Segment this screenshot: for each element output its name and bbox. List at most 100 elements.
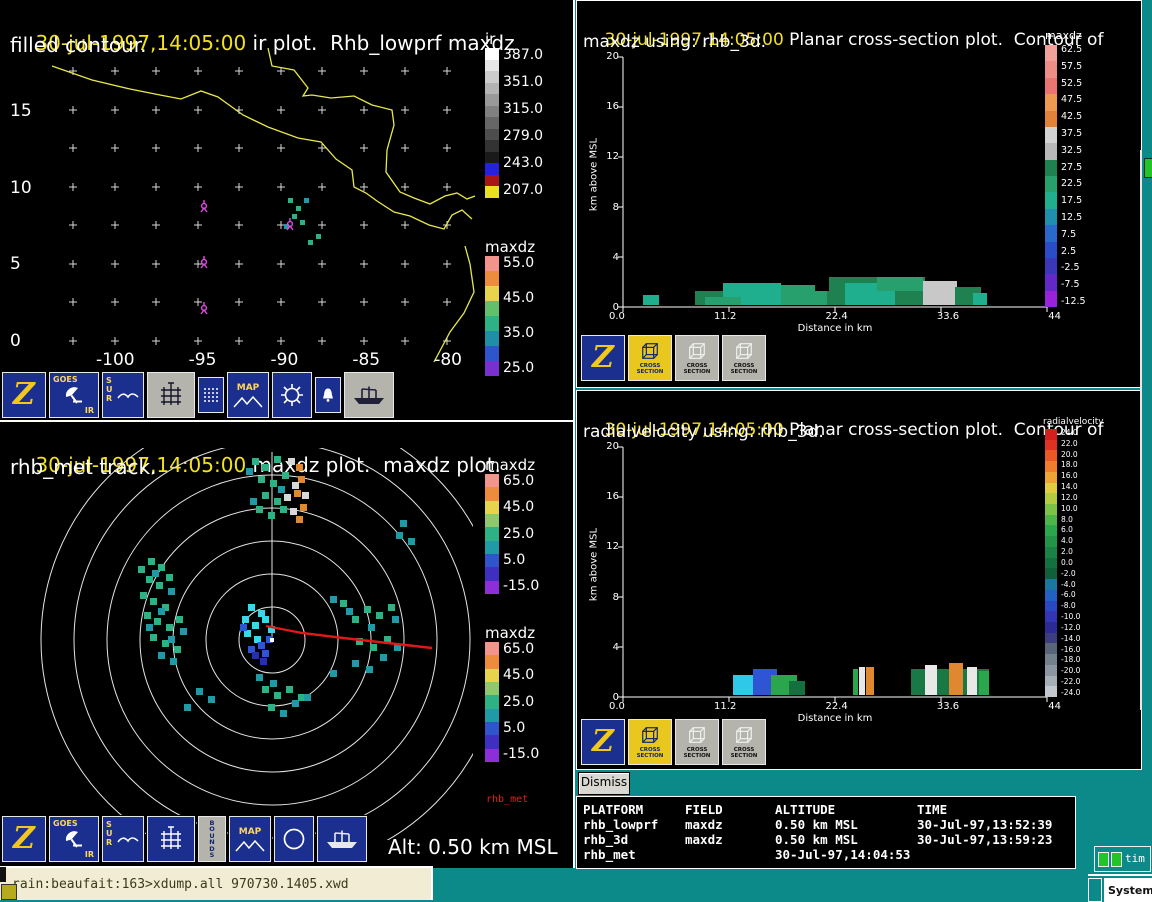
system-menu[interactable]: System bbox=[1104, 878, 1152, 902]
xs2-colorbar-label: radialvelocity bbox=[1043, 417, 1104, 427]
colorbar-segment bbox=[485, 256, 499, 271]
tick-label: -15.0 bbox=[503, 747, 539, 762]
radar-colorbar1-label: maxdz bbox=[485, 456, 535, 474]
table-cell: 30-Jul-97,14:04:53 bbox=[775, 847, 917, 862]
offscreen-window-edge[interactable] bbox=[1140, 150, 1152, 710]
colorbar-segment bbox=[485, 117, 499, 129]
map-overlay-button[interactable]: MAP bbox=[229, 816, 271, 862]
dot-grid-button[interactable] bbox=[198, 377, 224, 413]
tick-label: 7.5 bbox=[1061, 230, 1086, 240]
cross-section-button-1[interactable]: CROSSSECTION bbox=[628, 719, 672, 765]
goes-ir-button[interactable]: GOESIR bbox=[49, 372, 99, 418]
tick-label: 25.0 bbox=[503, 695, 539, 710]
colorbar-segment bbox=[1045, 601, 1057, 612]
xs2-x-axis: 0.011.222.433.644 bbox=[609, 701, 1061, 712]
cross-section-button-1[interactable]: CROSSSECTION bbox=[628, 335, 672, 381]
sur-platform-button[interactable]: SUR bbox=[102, 816, 144, 862]
tick-label: 47.5 bbox=[1061, 95, 1086, 105]
colorbar-segment bbox=[485, 48, 499, 60]
colorbar-swatches bbox=[1045, 45, 1057, 307]
cross-section-label: CROSSSECTION bbox=[637, 363, 664, 375]
colorbar-segment bbox=[1045, 78, 1057, 94]
table-header-cell: PLATFORM bbox=[583, 802, 685, 817]
cube-icon bbox=[640, 725, 660, 745]
ship-platform-button[interactable] bbox=[344, 372, 394, 418]
colorbar-segment bbox=[485, 695, 499, 708]
window-button-icon[interactable] bbox=[1111, 852, 1122, 867]
table-cell bbox=[685, 847, 775, 862]
terminal-scrollbar-nub[interactable] bbox=[0, 867, 6, 882]
ship-icon bbox=[325, 828, 359, 850]
xs1-toolbar: ZCROSSSECTIONCROSSSECTIONCROSSSECTION bbox=[581, 335, 766, 381]
window-button-icon[interactable] bbox=[1098, 852, 1109, 867]
tick-label: 20.0 bbox=[1061, 451, 1080, 459]
range-ring-button[interactable] bbox=[274, 816, 314, 862]
tick-label: 20 bbox=[606, 51, 619, 62]
colorbar-segment bbox=[485, 94, 499, 106]
offscreen-window-titlebar bbox=[1144, 158, 1152, 178]
sur-platform-button[interactable]: SUR bbox=[102, 372, 144, 418]
grid-crosses bbox=[69, 67, 451, 345]
colorbar-segment bbox=[485, 316, 499, 331]
bounds-button[interactable]: BOUNDS bbox=[198, 816, 226, 862]
colorbar-segment bbox=[485, 655, 499, 668]
colorbar-segment bbox=[485, 642, 499, 655]
terminal-window[interactable]: rain:beaufait:163>xdump.all 970730.1405.… bbox=[0, 866, 433, 900]
colorbar-segment bbox=[1045, 429, 1057, 440]
terminal-command-text: rain:beaufait:163>xdump.all 970730.1405.… bbox=[12, 877, 349, 892]
colorbar-segment bbox=[1045, 590, 1057, 601]
tick-label: -100 bbox=[96, 350, 135, 370]
table-cell: rhb_lowprf bbox=[583, 817, 685, 832]
dismiss-button[interactable]: Dismiss bbox=[578, 772, 630, 795]
bird-icon bbox=[117, 833, 139, 845]
tick-label: 4 bbox=[613, 642, 619, 653]
tick-label: 65.0 bbox=[503, 642, 539, 657]
tick-label: 37.5 bbox=[1061, 129, 1086, 139]
radar-grid-button[interactable] bbox=[147, 816, 195, 862]
colorbar-ticks: 24.022.020.018.016.014.012.010.08.06.04.… bbox=[1057, 429, 1080, 697]
bell-icon bbox=[320, 387, 336, 403]
tick-label: 16.0 bbox=[1061, 472, 1080, 480]
alarm-button[interactable] bbox=[315, 377, 341, 413]
tick-label: 0.0 bbox=[1061, 559, 1080, 567]
tick-label: -14.0 bbox=[1061, 635, 1080, 643]
tick-label: 11.2 bbox=[714, 701, 736, 712]
colorbar-segment bbox=[485, 487, 499, 500]
tick-label: 0.0 bbox=[609, 311, 625, 322]
cube-icon bbox=[734, 725, 754, 745]
radar-echoes bbox=[138, 456, 415, 717]
ship-platform-button[interactable] bbox=[317, 816, 367, 862]
goes-ir-button[interactable]: GOESIR bbox=[49, 816, 99, 862]
dot-grid-icon bbox=[202, 386, 220, 404]
tick-label: -6.0 bbox=[1061, 591, 1080, 599]
tick-label: 4 bbox=[613, 252, 619, 263]
cross-section-button-3[interactable]: CROSSSECTION bbox=[722, 719, 766, 765]
zebra-menu-button[interactable]: Z bbox=[2, 816, 46, 862]
terminal-resize-corner[interactable] bbox=[1, 884, 17, 900]
colorbar-segment bbox=[1045, 192, 1057, 208]
tick-label: 25.0 bbox=[503, 361, 534, 376]
zebra-menu-button[interactable]: Z bbox=[2, 372, 46, 418]
system-menu-fragment: System bbox=[1088, 874, 1152, 902]
radar-ppi-plot[interactable] bbox=[0, 448, 473, 840]
zebra-menu-button[interactable]: Z bbox=[581, 719, 625, 765]
satellite-map-plot[interactable] bbox=[0, 48, 475, 364]
cross-section-button-3[interactable]: CROSSSECTION bbox=[722, 335, 766, 381]
tick-label: 25.0 bbox=[503, 527, 539, 542]
map-overlay-button[interactable]: MAP bbox=[227, 372, 269, 418]
map-label: MAP bbox=[239, 827, 262, 837]
tim-window-fragment[interactable]: tim bbox=[1094, 846, 1151, 872]
radar-grid-button[interactable] bbox=[147, 372, 195, 418]
zebra-menu-button[interactable]: Z bbox=[581, 335, 625, 381]
tick-label: 35.0 bbox=[503, 326, 534, 341]
tick-label: 2.0 bbox=[1061, 548, 1080, 556]
colorbar-segment bbox=[1045, 568, 1057, 579]
scan-mode-button[interactable] bbox=[272, 372, 312, 418]
table-cell: maxdz bbox=[685, 817, 775, 832]
tick-label: 17.5 bbox=[1061, 196, 1086, 206]
goes-label: GOES bbox=[53, 819, 78, 828]
radar-colorbar2-label: maxdz bbox=[485, 624, 535, 642]
cross-section-button-2[interactable]: CROSSSECTION bbox=[675, 335, 719, 381]
tick-label: -12.5 bbox=[1061, 297, 1086, 307]
cross-section-button-2[interactable]: CROSSSECTION bbox=[675, 719, 719, 765]
